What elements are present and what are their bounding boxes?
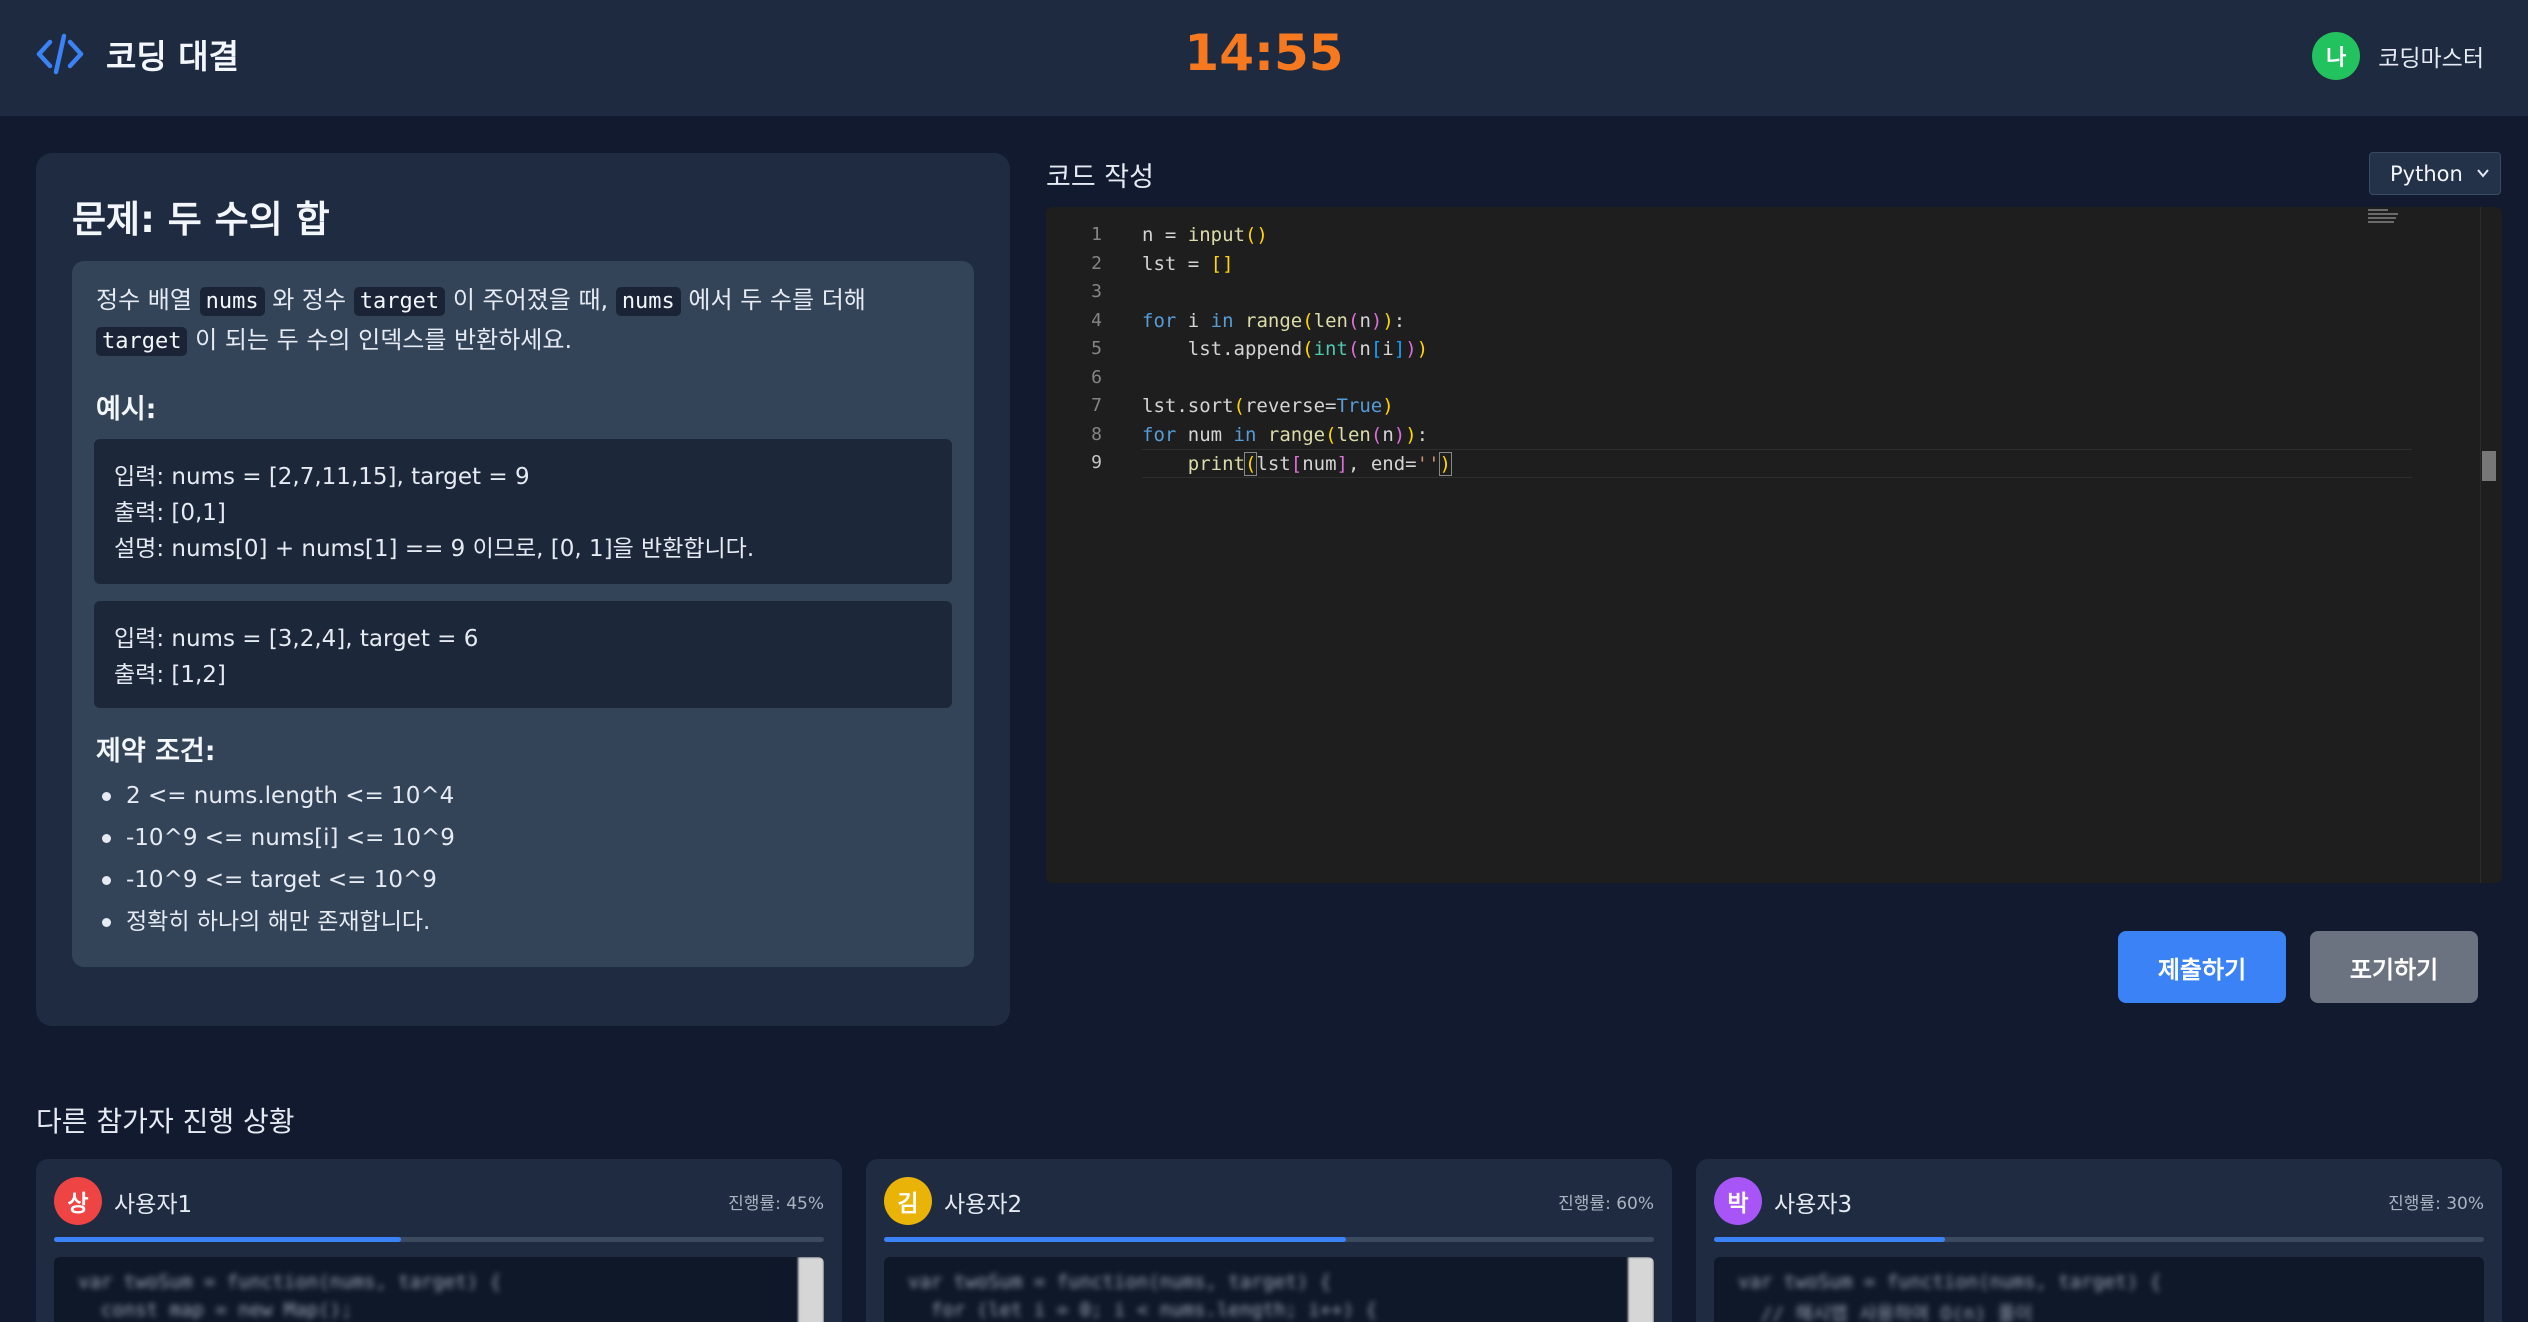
code-line[interactable]: for num in range(len(n)): (1142, 421, 2412, 450)
line-number: 1 (1091, 224, 1102, 245)
participant-progress-label: 진행률: 60% (1558, 1194, 1654, 1214)
chevron-down-icon (2477, 169, 2489, 178)
give-up-button[interactable]: 포기하기 (2310, 931, 2478, 1003)
code-line[interactable]: for i in range(len(n)): (1142, 307, 2412, 336)
code-preview-line: const map = new Map(); (78, 1299, 353, 1321)
desc-text: 이 주어졌을 때, (445, 286, 616, 314)
progress-bar (884, 1237, 1654, 1242)
example-line: 출력: [1,2] (114, 662, 226, 688)
participant-code-preview: var twoSum = function(nums, target) { fo… (884, 1257, 1654, 1322)
line-number: 3 (1091, 281, 1102, 302)
constraints-heading: 제약 조건: (96, 736, 216, 767)
example-box-1: 입력: nums = [2,7,11,15], target = 9 출력: [… (94, 439, 952, 584)
examples-heading: 예시: (96, 394, 157, 425)
progress-fill (54, 1237, 401, 1242)
progress-bar (54, 1237, 824, 1242)
code-line[interactable]: lst = [] (1142, 250, 2412, 279)
inline-code: target (96, 327, 188, 356)
participant-code-preview: var twoSum = function(nums, target) { //… (1714, 1257, 2484, 1322)
countdown-timer: 14:55 (1184, 24, 1344, 82)
participant-card-3: 박 사용자3 진행률: 30% var twoSum = function(nu… (1696, 1159, 2502, 1322)
participant-code-preview: var twoSum = function(nums, target) { co… (54, 1257, 824, 1322)
line-number-active: 9 (1091, 452, 1102, 473)
example-line: 설명: nums[0] + nums[1] == 9 이므로, [0, 1]을 … (114, 536, 755, 562)
code-preview-line: var twoSum = function(nums, target) { (78, 1271, 502, 1293)
inline-code: nums (199, 287, 265, 316)
inline-code: nums (615, 287, 681, 316)
line-number: 7 (1091, 395, 1102, 416)
code-line[interactable]: n = input() (1142, 221, 2412, 250)
problem-panel: 문제: 두 수의 합 정수 배열 nums 와 정수 target 이 주어졌을… (36, 153, 1010, 1026)
editor-label: 코드 작성 (1046, 162, 1154, 193)
editor-minimap[interactable] (2368, 207, 2408, 237)
code-preview-line: // 해시맵 사용하여 O(n) 풀이 (1738, 1303, 2033, 1322)
language-value: Python (2390, 161, 2463, 186)
avatar: 박 (1714, 1177, 1762, 1225)
line-number: 8 (1091, 423, 1102, 445)
preview-scrollbar (1628, 1257, 1654, 1322)
code-line[interactable] (1142, 364, 2412, 393)
participant-card-2: 김 사용자2 진행률: 60% var twoSum = function(nu… (866, 1159, 1672, 1322)
progress-fill (1714, 1237, 1945, 1242)
code-editor[interactable]: 1 2 3 4 5 6 7 8 9 n = input() lst = [] f… (1046, 207, 2502, 883)
participant-progress-label: 진행률: 45% (728, 1194, 824, 1214)
line-number: 4 (1091, 309, 1102, 331)
example-line: 입력: nums = [2,7,11,15], target = 9 (114, 464, 530, 490)
desc-text: 정수 배열 (96, 286, 200, 314)
example-box-2: 입력: nums = [3,2,4], target = 6 출력: [1,2] (94, 601, 952, 708)
code-preview-line: for (let i = 0; i < nums.length; i++) { (908, 1299, 1377, 1321)
code-line-active[interactable]: print(lst[num], end='') (1142, 449, 2412, 478)
constraint-item: -10^9 <= target <= 10^9 (96, 859, 956, 901)
participant-name: 사용자3 (1774, 1192, 1853, 1218)
editor-scroll-track (2480, 207, 2481, 883)
user-name: 코딩마스터 (2378, 46, 2484, 72)
desc-text: 에서 두 수를 더해 (680, 286, 866, 314)
coding-battle-page: 코딩 대결 14:55 나 코딩마스터 문제: 두 수의 합 정수 배열 num… (0, 0, 2528, 1322)
constraints-list: 2 <= nums.length <= 10^4 -10^9 <= nums[i… (96, 775, 956, 943)
line-number-gutter: 1 2 3 4 5 6 7 8 9 (1046, 221, 1116, 478)
code-line[interactable]: lst.sort(reverse=True) (1142, 392, 2412, 421)
constraint-item: 2 <= nums.length <= 10^4 (96, 775, 956, 817)
participant-card-1: 상 사용자1 진행률: 45% var twoSum = function(nu… (36, 1159, 842, 1322)
code-line[interactable]: lst.append(int(n[i])) (1142, 335, 2412, 364)
code-preview-line: var twoSum = function(nums, target) { (908, 1271, 1332, 1293)
others-section-title: 다른 참가자 진행 상황 (36, 1105, 295, 1138)
avatar: 나 (2312, 32, 2361, 80)
code-line[interactable] (1142, 278, 2412, 307)
progress-fill (884, 1237, 1346, 1242)
constraint-item: 정확히 하나의 해만 존재합니다. (96, 901, 956, 943)
code-preview-line: var twoSum = function(nums, target) { (1738, 1271, 2162, 1293)
progress-bar (1714, 1237, 2484, 1242)
participant-name: 사용자2 (944, 1192, 1023, 1218)
line-number: 2 (1091, 252, 1102, 274)
problem-title: 문제: 두 수의 합 (72, 198, 330, 241)
inline-code: target (353, 287, 446, 316)
preview-scrollbar (798, 1257, 824, 1322)
user-profile[interactable]: 나 코딩마스터 (2312, 32, 2484, 80)
desc-text: 이 되는 두 수의 인덱스를 반환하세요. (187, 326, 573, 354)
avatar: 상 (54, 1177, 102, 1225)
participant-progress-label: 진행률: 30% (2388, 1194, 2484, 1214)
line-number: 5 (1091, 338, 1102, 359)
language-select[interactable]: Python (2369, 152, 2501, 195)
submit-button[interactable]: 제출하기 (2118, 931, 2286, 1003)
editor-scrollbar[interactable] (2482, 451, 2496, 481)
code-content[interactable]: n = input() lst = [] for i in range(len(… (1142, 221, 2412, 478)
problem-description: 정수 배열 nums 와 정수 target 이 주어졌을 때, nums 에서… (96, 281, 956, 361)
problem-body: 정수 배열 nums 와 정수 target 이 주어졌을 때, nums 에서… (72, 261, 974, 967)
avatar: 김 (884, 1177, 932, 1225)
example-line: 출력: [0,1] (114, 500, 226, 526)
participant-name: 사용자1 (114, 1192, 193, 1218)
desc-text: 와 정수 (264, 286, 354, 314)
line-number: 6 (1091, 366, 1102, 388)
example-line: 입력: nums = [3,2,4], target = 6 (114, 626, 479, 652)
constraint-item: -10^9 <= nums[i] <= 10^9 (96, 817, 956, 859)
top-header: 코딩 대결 14:55 나 코딩마스터 (0, 0, 2528, 116)
